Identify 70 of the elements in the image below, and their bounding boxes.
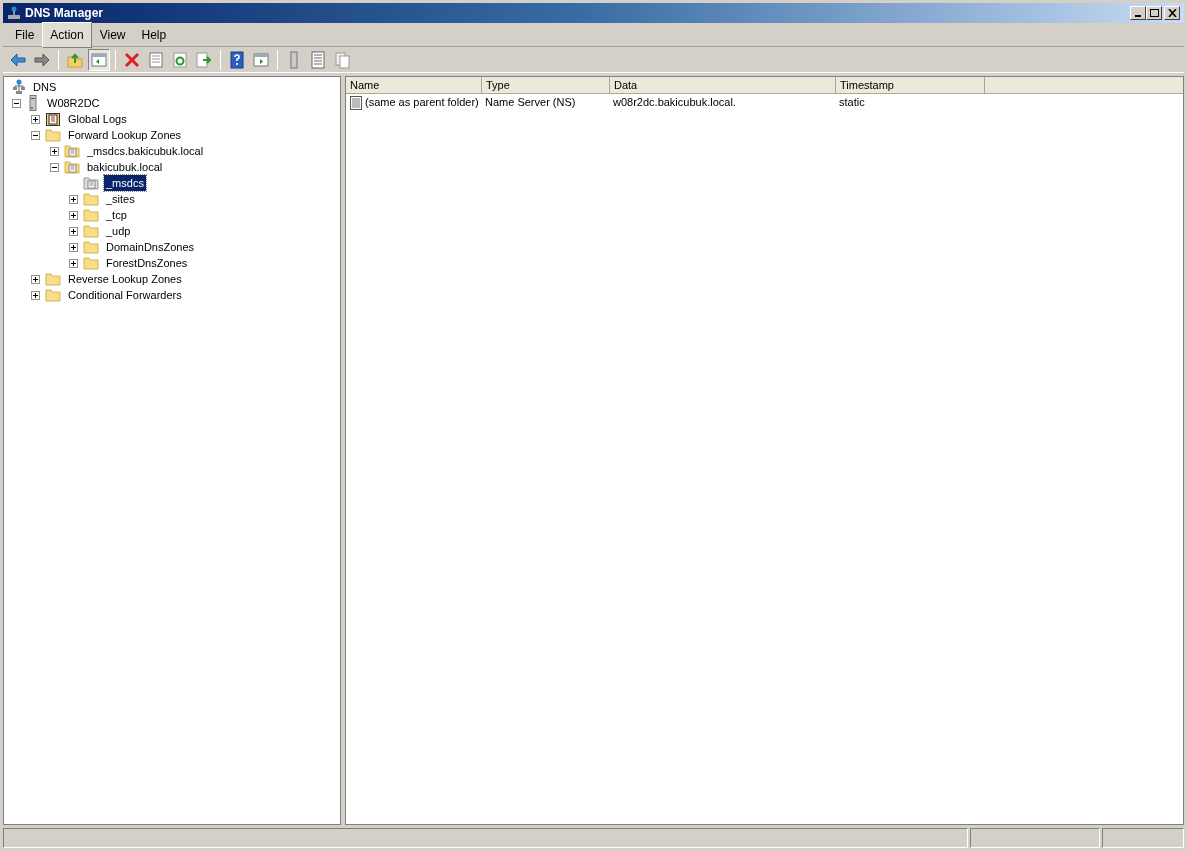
close-icon	[1167, 9, 1177, 17]
folder-icon	[45, 287, 61, 303]
table-cell-text: static	[839, 95, 865, 111]
expand-toggle[interactable]	[69, 226, 78, 236]
record-icon	[349, 94, 363, 111]
zone-icon	[64, 143, 80, 159]
tree-item[interactable]: bakicubuk.local	[85, 159, 165, 175]
log-icon	[45, 111, 61, 127]
zone-icon	[64, 159, 80, 175]
refresh-icon	[171, 50, 189, 69]
collapse-toggle[interactable]	[12, 98, 21, 108]
server-icon	[26, 95, 40, 111]
table-cell-text: Name Server (NS)	[485, 95, 576, 111]
tree-item[interactable]: W08R2DC	[45, 95, 102, 111]
list-icon	[309, 50, 327, 69]
menu-item[interactable]: Help	[133, 21, 175, 48]
tree-item[interactable]: _msdcs	[104, 175, 146, 191]
maximize-icon	[1149, 9, 1159, 17]
close-button[interactable]	[1164, 6, 1180, 20]
expand-toggle[interactable]	[69, 242, 78, 252]
column-header[interactable]: Data	[610, 77, 836, 94]
delete-icon	[123, 50, 141, 69]
folder-icon	[83, 255, 99, 271]
folder-icon	[83, 191, 99, 207]
expand-toggle[interactable]	[69, 258, 78, 268]
table-cell-text: w08r2dc.bakicubuk.local.	[613, 95, 736, 111]
minimize-button[interactable]	[1130, 6, 1146, 20]
menu-item[interactable]: View	[91, 21, 134, 48]
tree-item[interactable]: Reverse Lookup Zones	[66, 271, 184, 287]
tree-item[interactable]: _tcp	[104, 207, 129, 223]
tree-item[interactable]: DNS	[31, 79, 59, 95]
tree-item[interactable]: _msdcs.bakicubuk.local	[85, 143, 206, 159]
expand-toggle[interactable]	[31, 274, 40, 284]
tree-tool-button[interactable]	[88, 48, 110, 71]
menu-item[interactable]: Action	[42, 21, 92, 48]
zone-icon	[83, 175, 99, 191]
folder-icon	[83, 207, 99, 223]
tree-item[interactable]: DomainDnsZones	[104, 239, 197, 255]
window-pane-icon	[252, 50, 270, 69]
folder-icon	[45, 127, 61, 143]
window-title: DNS Manager	[25, 5, 104, 22]
tree-item[interactable]: ForestDnsZones	[104, 255, 190, 271]
tree-item[interactable]: _udp	[104, 223, 133, 239]
folder-icon	[83, 223, 99, 239]
window-pane-icon	[90, 50, 108, 69]
export-icon	[195, 50, 213, 69]
maximize-button[interactable]	[1146, 6, 1162, 20]
column-header[interactable]: Type	[482, 77, 610, 94]
tree-item[interactable]: Forward Lookup Zones	[66, 127, 184, 143]
tree-item[interactable]: Global Logs	[66, 111, 129, 127]
collapse-toggle[interactable]	[50, 162, 59, 172]
copy-icon	[333, 50, 351, 69]
menu-item[interactable]: File	[7, 21, 43, 48]
network-icon	[7, 6, 21, 20]
expand-toggle[interactable]	[50, 146, 59, 156]
column-header[interactable]: Timestamp	[836, 77, 985, 94]
collapse-toggle[interactable]	[31, 130, 40, 140]
expand-toggle[interactable]	[69, 194, 78, 204]
tree-item[interactable]: Conditional Forwarders	[66, 287, 184, 303]
folder-icon	[83, 239, 99, 255]
table-cell-text: (same as parent folder)	[365, 95, 479, 111]
expand-toggle[interactable]	[31, 114, 40, 124]
document-icon	[147, 50, 165, 69]
expand-toggle[interactable]	[31, 290, 40, 300]
server-icon	[12, 79, 26, 95]
help-icon	[228, 50, 246, 69]
folder-icon	[45, 271, 61, 287]
tree-item[interactable]: _sites	[104, 191, 137, 207]
expand-toggle[interactable]	[69, 210, 78, 220]
column-header[interactable]: Name	[346, 77, 482, 94]
